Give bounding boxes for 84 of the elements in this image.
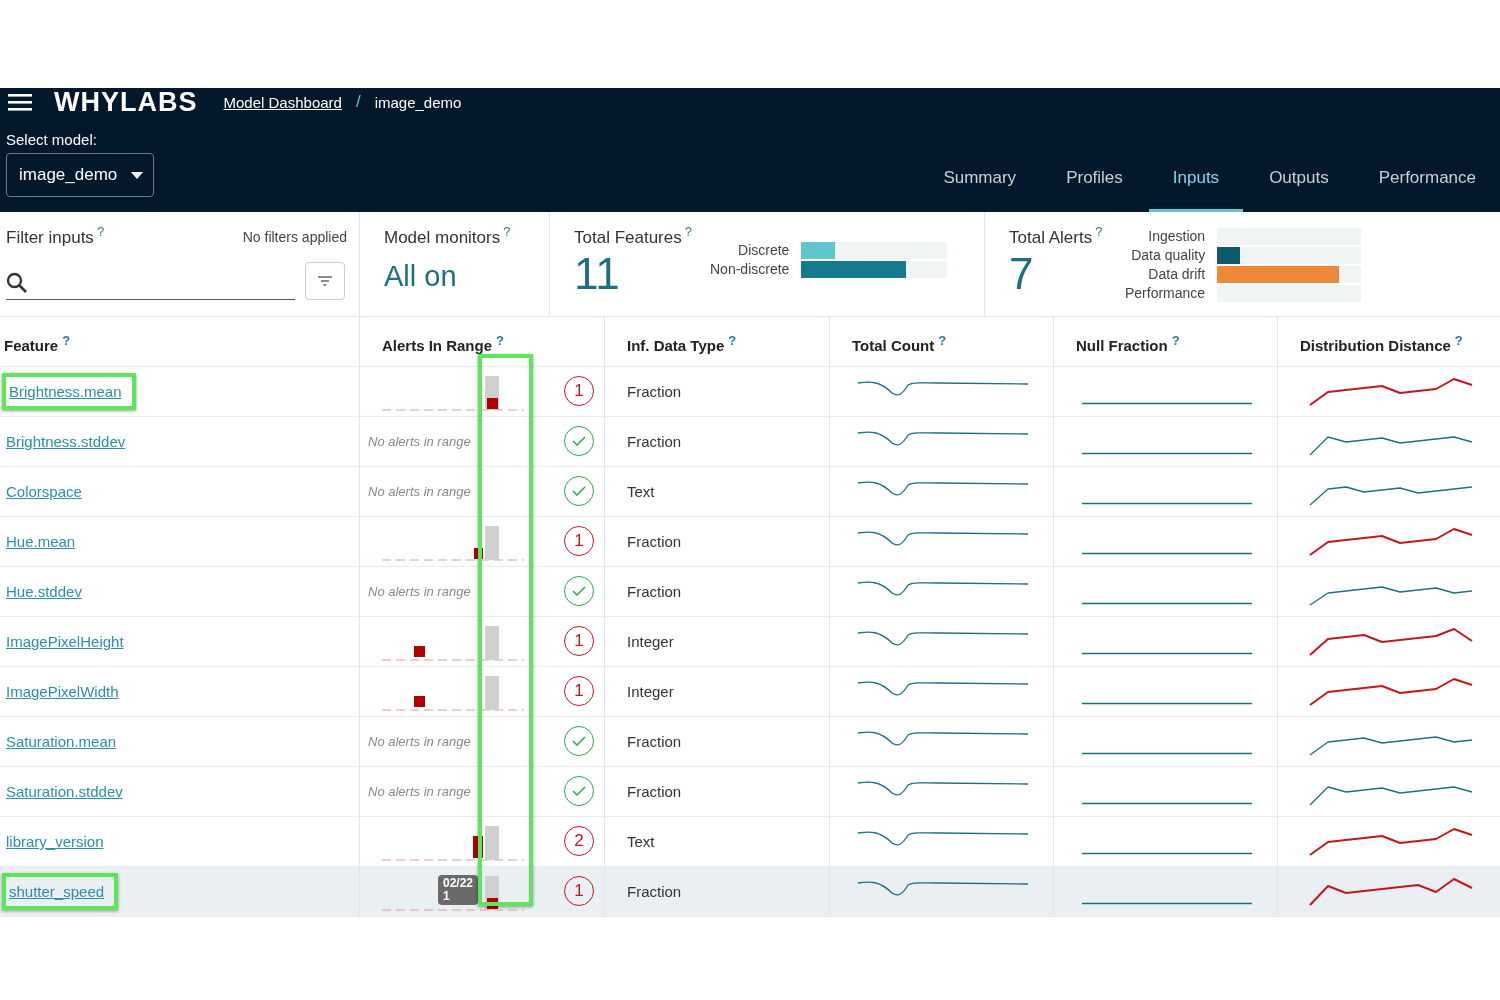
logo: WHYLABS [54,86,198,118]
table-row[interactable]: shutter_speed 02/22 1 1 Fraction [0,867,1500,917]
data-type: Fraction [627,433,682,450]
caret-icon [131,171,143,179]
feature-link[interactable]: Colorspace [6,483,82,500]
feature-link[interactable]: shutter_speed [9,883,105,900]
breadcrumb-link[interactable]: Model Dashboard [223,93,342,111]
help-icon[interactable]: ? [684,224,692,239]
data-type: Text [627,833,655,850]
filter-status: No filters applied [242,229,347,245]
feature-link[interactable]: ImagePixelHeight [6,633,124,650]
help-icon[interactable]: ? [938,333,947,348]
table-row[interactable]: Saturation.stddev No alerts in range Fraction [0,767,1500,817]
data-type: Integer [627,633,674,650]
table-row[interactable]: Colorspace No alerts in range Text [0,467,1500,517]
feature-link[interactable]: Saturation.mean [6,733,117,750]
bar-label: Ingestion [1147,228,1206,245]
monitors-value: All on [384,259,458,293]
table-row[interactable]: Brightness.stddev No alerts in range Fraction [0,417,1500,467]
column-header: Distribution Distance [1300,337,1451,354]
bar-label: Data drift [1147,266,1206,283]
no-alerts-text: No alerts in range [368,734,471,749]
panel-title: Model monitors [384,227,501,247]
menu-icon[interactable] [8,93,32,111]
help-icon[interactable]: ? [96,224,105,239]
column-header: Feature [4,337,59,354]
model-dropdown[interactable]: image_demo [6,153,154,197]
no-alerts-text: No alerts in range [368,484,471,499]
data-type: Integer [627,683,674,700]
feature-link[interactable]: Brightness.stddev [6,433,126,450]
table-row[interactable]: ImagePixelHeight 1 Integer [0,617,1500,667]
help-icon[interactable]: ? [1171,333,1180,348]
nav-tab[interactable]: Performance [1354,167,1500,212]
feature-link[interactable]: Saturation.stddev [6,783,123,800]
total-value: 7 [1009,251,1034,296]
help-icon[interactable]: ? [728,333,737,348]
help-icon[interactable]: ? [503,224,511,239]
help-icon[interactable]: ? [62,333,71,348]
help-icon[interactable]: ? [1454,333,1463,348]
table-row[interactable]: Hue.stddev No alerts in range Fraction [0,567,1500,617]
help-icon[interactable]: ? [496,333,504,348]
panel-title: Filter inputs [6,227,94,247]
column-header: Null Fraction [1076,337,1168,354]
column-header: Total Count [852,337,935,354]
data-type: Fraction [627,783,682,800]
no-alerts-text: No alerts in range [368,434,471,449]
data-type: Fraction [627,533,682,550]
nav-tab[interactable]: Profiles [1042,167,1147,212]
total-value: 11 [574,251,620,296]
bar-label: Data quality [1130,247,1206,264]
select-label: Select model: [6,131,97,148]
data-type: Fraction [627,883,682,900]
feature-link[interactable]: Brightness.mean [9,383,122,400]
data-type: Fraction [627,733,682,750]
search-icon [6,271,28,294]
table-row[interactable]: ImagePixelWidth 1 Integer [0,667,1500,717]
breadcrumb-current: image_demo [374,93,462,111]
filter-button[interactable] [305,261,345,300]
table-row[interactable]: Brightness.mean 1 Fraction [0,367,1500,417]
data-type: Text [627,483,655,500]
help-icon[interactable]: ? [1095,224,1103,239]
nav-tab[interactable]: Outputs [1245,167,1353,212]
panel-title: Total Alerts [1009,227,1093,247]
nav-tab[interactable]: Summary [919,167,1041,212]
feature-link[interactable]: Hue.mean [6,533,76,550]
panel-title: Total Features [574,227,682,247]
data-type: Fraction [627,583,682,600]
nav-tab[interactable]: Inputs [1148,167,1244,212]
bar-label: Performance [1125,285,1206,302]
table-row[interactable]: Saturation.mean No alerts in range Fraction [0,717,1500,767]
feature-link[interactable]: ImagePixelWidth [6,683,119,700]
bar-label: Discrete [737,242,790,259]
no-alerts-text: No alerts in range [368,584,471,599]
breadcrumb-separator: / [355,92,361,112]
column-header: Alerts In Range [382,337,493,354]
filter-icon [318,275,332,286]
feature-link[interactable]: Hue.stddev [6,583,82,600]
no-alerts-text: No alerts in range [368,784,471,799]
table-row[interactable]: Hue.mean 1 Fraction [0,517,1500,567]
bar-label: Non-discrete [710,261,790,278]
tooltip: 02/22 1 [438,875,479,905]
feature-link[interactable]: library_version [6,833,104,850]
column-header: Inf. Data Type [627,337,725,354]
data-type: Fraction [627,383,682,400]
